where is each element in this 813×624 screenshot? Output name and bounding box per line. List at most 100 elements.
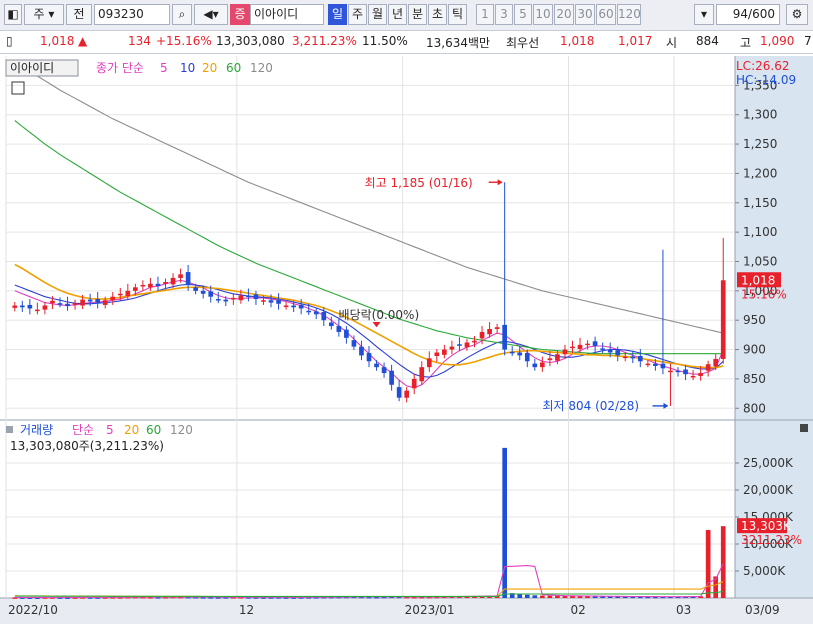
volume-tick-label: 25,000K xyxy=(743,456,794,470)
volume-panel-icon xyxy=(6,426,13,433)
candle-body xyxy=(720,280,726,359)
candle-body xyxy=(653,363,658,366)
price-legend-ma-60: 60 xyxy=(226,61,241,75)
candle-body xyxy=(328,322,334,327)
volume-current-text: 13,303,080주(3,211.23%) xyxy=(10,439,164,453)
candle-body xyxy=(472,340,477,343)
volume-panel-close-icon[interactable] xyxy=(800,424,808,432)
candle-body xyxy=(351,340,357,347)
lc-label: LC:26.62 xyxy=(736,59,789,73)
candle-body xyxy=(366,353,372,362)
candle-body xyxy=(517,352,523,356)
candle-body xyxy=(396,387,402,398)
candle-body xyxy=(374,363,379,368)
price-tick-label: 950 xyxy=(743,313,766,327)
candle-body xyxy=(246,295,251,298)
volume-bar xyxy=(524,594,530,598)
candle-body xyxy=(713,358,719,367)
candle-body xyxy=(464,342,470,348)
candle-body xyxy=(540,362,545,368)
candle-body xyxy=(479,331,485,339)
volume-bar xyxy=(532,595,538,598)
candle-body xyxy=(411,378,417,389)
candle-body xyxy=(690,375,696,378)
volume-bar xyxy=(540,595,545,598)
price-tick-label: 1,300 xyxy=(743,108,777,122)
candle-body xyxy=(404,390,410,398)
candle-body xyxy=(298,304,304,309)
candle-body xyxy=(231,297,236,300)
volume-bar xyxy=(720,526,726,598)
candle-body xyxy=(381,367,387,374)
candle-body xyxy=(645,363,651,366)
price-tick-label: 1,200 xyxy=(743,166,777,180)
candle-body xyxy=(268,300,274,303)
candle-body xyxy=(125,290,131,297)
candle-body xyxy=(261,300,266,302)
stock-chart[interactable]: 8008509009501,0001,0501,1001,1501,2001,2… xyxy=(0,0,813,624)
candle-body xyxy=(675,370,681,373)
candle-body xyxy=(117,293,123,296)
x-tick-label: 03/09 xyxy=(745,603,780,617)
candle-body xyxy=(457,344,462,346)
x-tick-label: 12 xyxy=(239,603,254,617)
volume-bar xyxy=(555,595,560,598)
candle-body xyxy=(95,299,101,303)
candle-body xyxy=(133,287,138,291)
candle-body xyxy=(434,352,440,357)
price-legend-ma-5: 5 xyxy=(160,61,168,75)
candle-body xyxy=(35,309,40,312)
candle-body xyxy=(449,346,455,350)
candle-body xyxy=(389,370,394,385)
candle-body xyxy=(524,353,530,362)
current-volume-marker-label: 13,303K xyxy=(741,519,792,533)
candle-body xyxy=(208,291,214,297)
price-tick-label: 1,150 xyxy=(743,196,777,210)
volume-bar xyxy=(517,594,523,598)
x-tick-label: 2022/10 xyxy=(8,603,58,617)
price-tick-label: 1,250 xyxy=(743,137,777,151)
candle-body xyxy=(600,348,605,350)
candle-body xyxy=(359,346,364,356)
candle-body xyxy=(577,344,583,349)
candle-body xyxy=(622,356,628,359)
candle-body xyxy=(87,299,93,302)
candle-body xyxy=(570,346,575,349)
candle-body xyxy=(585,343,590,346)
x-tick-label: 02 xyxy=(570,603,585,617)
candle-body xyxy=(509,351,515,354)
candle-body xyxy=(660,363,666,369)
price-tick-label: 900 xyxy=(743,343,766,357)
candle-body xyxy=(178,274,183,278)
price-tick-label: 1,050 xyxy=(743,254,777,268)
price-tick-label: 1,100 xyxy=(743,225,777,239)
candle-body xyxy=(12,305,18,308)
price-legend-prefix: 종가 단순 xyxy=(96,61,144,75)
volume-tick-label: 5,000K xyxy=(743,564,786,578)
volume-bar xyxy=(547,595,553,598)
candle-body xyxy=(170,277,176,285)
candle-body xyxy=(276,300,281,304)
candle-body xyxy=(72,303,78,305)
candle-body xyxy=(487,329,492,335)
candle-body xyxy=(683,369,688,375)
current-volume-pct: 3211.23% xyxy=(741,533,802,547)
price-panel-bg xyxy=(0,56,813,420)
candle-body xyxy=(155,283,161,287)
candle-body xyxy=(615,350,621,356)
candle-body xyxy=(547,358,553,361)
candle-body xyxy=(283,305,289,308)
candle-body xyxy=(336,326,342,332)
price-legend-ma-20: 20 xyxy=(202,61,217,75)
x-tick-label: 2023/01 xyxy=(405,603,455,617)
candle-body xyxy=(80,299,85,306)
name-tag-label: 이아이디 xyxy=(10,61,54,75)
candle-body xyxy=(562,349,568,355)
volume-bar xyxy=(705,529,711,598)
candle-body xyxy=(223,299,229,302)
candle-body xyxy=(502,324,507,350)
candle-body xyxy=(291,305,296,308)
candle-body xyxy=(50,300,55,304)
price-tick-label: 800 xyxy=(743,401,766,415)
candle-body xyxy=(140,284,146,287)
